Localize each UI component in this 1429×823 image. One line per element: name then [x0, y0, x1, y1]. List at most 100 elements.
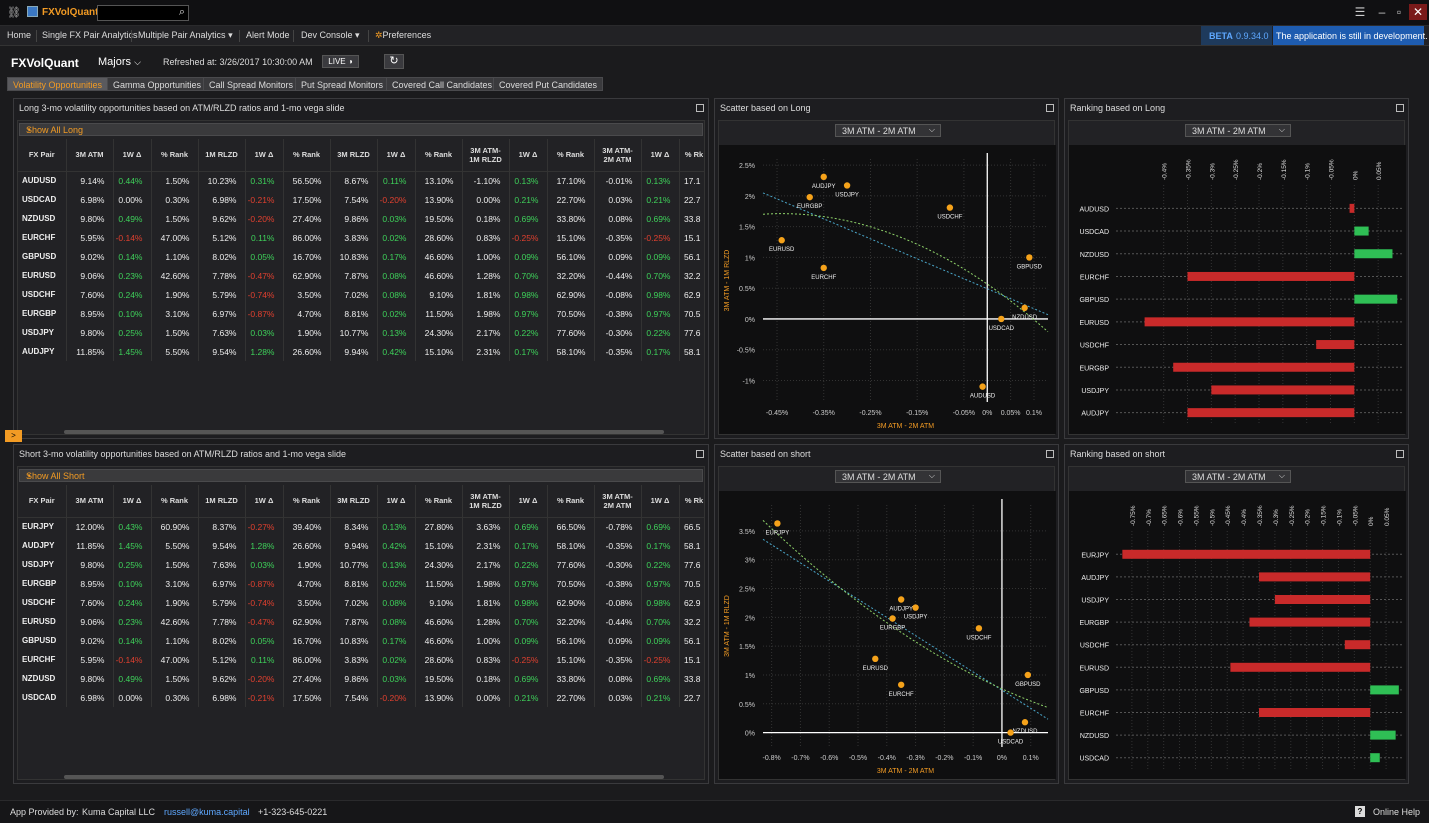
menu-home[interactable]: Home	[7, 30, 31, 40]
column-header[interactable]: 1W Δ	[641, 485, 680, 518]
menu-preferences[interactable]: ✲Preferences	[375, 30, 431, 41]
table-row[interactable]: NZDUSD 9.80% 0.49% 1.50% 9.62% -0.20% 27.40% 9.…	[18, 209, 704, 228]
tab-covered-call-candidates[interactable]: Covered Call Candidates	[386, 77, 499, 91]
column-header[interactable]: 1W Δ	[641, 139, 680, 172]
column-header[interactable]: % Rank	[547, 139, 595, 172]
column-header[interactable]: % Rank	[415, 139, 463, 172]
table-row[interactable]: USDJPY 9.80% 0.25% 1.50% 7.63% 0.03% 1.90% 10.7…	[18, 323, 704, 342]
panel-checkbox[interactable]	[1396, 450, 1404, 458]
close-icon[interactable]: ✕	[1409, 4, 1427, 20]
table-cell: 0.43%	[113, 517, 152, 536]
column-header[interactable]: 3M ATM- 1M RLZD	[462, 139, 510, 172]
column-header[interactable]: % Rk	[679, 139, 704, 172]
panel-checkbox[interactable]	[696, 104, 704, 112]
horizontal-scrollbar[interactable]	[64, 775, 664, 779]
table-row[interactable]: EURGBP 8.95% 0.10% 3.10% 6.97% -0.87% 4.70% 8.8…	[18, 304, 704, 323]
rank-long-selector[interactable]: 3M ATM - 2M ATM ⌵	[1185, 124, 1291, 137]
search-icon[interactable]: ⌕	[179, 6, 185, 19]
table-row[interactable]: USDCHF 7.60% 0.24% 1.90% 5.79% -0.74% 3.50% 7.0…	[18, 285, 704, 304]
menu-dev-console[interactable]: Dev Console ▾	[301, 30, 360, 41]
table-cell: -0.25%	[509, 650, 548, 669]
horizontal-scrollbar[interactable]	[64, 430, 664, 434]
table-row[interactable]: USDJPY 9.80% 0.25% 1.50% 7.63% 0.03% 1.90% 10.7…	[18, 555, 704, 574]
universe-selector[interactable]: Majors ⌵	[98, 56, 141, 68]
column-header[interactable]: 1W Δ	[377, 485, 416, 518]
rank-short-selector[interactable]: 3M ATM - 2M ATM ⌵	[1185, 470, 1291, 483]
refresh-button[interactable]: ↻	[384, 54, 404, 69]
table-row[interactable]: USDCAD 6.98% 0.00% 0.30% 6.98% -0.21% 17.50% 7.…	[18, 190, 704, 209]
column-header[interactable]: 3M ATM- 1M RLZD	[462, 485, 510, 518]
table-row[interactable]: EURCHF 5.95% -0.14% 47.00% 5.12% 0.11% 86.00% 3…	[18, 228, 704, 247]
panel-checkbox[interactable]	[696, 450, 704, 458]
tab-put-spread-monitors[interactable]: Put Spread Monitors	[295, 77, 390, 91]
column-header[interactable]: % Rank	[283, 139, 331, 172]
column-header[interactable]: 1W Δ	[377, 139, 416, 172]
tab-volatility-opportunities[interactable]: Volatility Opportunities	[7, 77, 109, 91]
column-header[interactable]: FX Pair	[18, 485, 67, 518]
panel-checkbox[interactable]	[1046, 450, 1054, 458]
table-row[interactable]: USDCAD 6.98% 0.00% 0.30% 6.98% -0.21% 17.50% 7.…	[18, 688, 704, 707]
column-header[interactable]: % Rank	[415, 485, 463, 518]
search-input[interactable]: ⌕	[97, 5, 189, 21]
column-header[interactable]: % Rk	[679, 485, 704, 518]
table-row[interactable]: EURUSD 9.06% 0.23% 42.60% 7.78% -0.47% 62.90% 7…	[18, 266, 704, 285]
column-header[interactable]: 3M RLZD	[330, 139, 378, 172]
table-row[interactable]: AUDJPY 11.85% 1.45% 5.50% 9.54% 1.28% 26.60% 9.…	[18, 536, 704, 555]
table-row[interactable]: GBPUSD 9.02% 0.14% 1.10% 8.02% 0.05% 16.70% 10.…	[18, 247, 704, 266]
column-header[interactable]: 1W Δ	[113, 139, 152, 172]
table-row[interactable]: AUDJPY 11.85% 1.45% 5.50% 9.54% 1.28% 26.60% 9.…	[18, 342, 704, 361]
column-header[interactable]: % Rank	[283, 485, 331, 518]
toggle-icon: ◑	[26, 125, 31, 134]
column-header[interactable]: 1W Δ	[509, 139, 548, 172]
table-cell: 8.81%	[330, 304, 378, 323]
tab-covered-put-candidates[interactable]: Covered Put Candidates	[493, 77, 604, 91]
column-header[interactable]: % Rank	[151, 485, 199, 518]
table-cell: 7.78%	[198, 266, 246, 285]
table-row[interactable]: USDCHF 7.60% 0.24% 1.90% 5.79% -0.74% 3.50% 7.0…	[18, 593, 704, 612]
column-header[interactable]: 1W Δ	[245, 139, 284, 172]
column-header[interactable]: 3M ATM	[66, 485, 114, 518]
column-header[interactable]: 3M ATM- 2M ATM	[594, 139, 642, 172]
panel-checkbox[interactable]	[1396, 104, 1404, 112]
help-icon[interactable]: ?	[1355, 806, 1365, 817]
column-header[interactable]: 3M ATM	[66, 139, 114, 172]
x-tick-label: -0.4%	[1241, 509, 1248, 526]
column-header[interactable]: 3M ATM- 2M ATM	[594, 485, 642, 518]
table-row[interactable]: GBPUSD 9.02% 0.14% 1.10% 8.02% 0.05% 16.70% 10.…	[18, 631, 704, 650]
column-header[interactable]: 1W Δ	[113, 485, 152, 518]
provider-email-link[interactable]: russell@kuma.capital	[164, 807, 250, 817]
scatter-short-selector[interactable]: 3M ATM - 2M ATM ⌵	[835, 470, 941, 483]
maximize-icon[interactable]: ▫	[1390, 4, 1408, 20]
expand-tab[interactable]: >	[5, 430, 22, 442]
column-header[interactable]: 1W Δ	[245, 485, 284, 518]
table-row[interactable]: EURJPY 12.00% 0.43% 60.90% 8.37% -0.27% 39.40%…	[18, 517, 704, 536]
tab-call-spread-monitors[interactable]: Call Spread Monitors	[203, 77, 300, 91]
table-row[interactable]: NZDUSD 9.80% 0.49% 1.50% 9.62% -0.20% 27.40% 9.…	[18, 669, 704, 688]
column-header[interactable]: 1M RLZD	[198, 139, 246, 172]
table-cell: 62.90%	[283, 266, 331, 285]
column-header[interactable]: 3M RLZD	[330, 485, 378, 518]
show-all-long-bar[interactable]: Show All Long ◑	[19, 123, 703, 136]
table-cell: 33.8	[679, 209, 704, 228]
menu-alert-mode[interactable]: Alert Mode	[246, 30, 290, 40]
link-icon[interactable]: ⛓	[7, 7, 21, 19]
live-toggle[interactable]: LIVE ◑	[322, 55, 359, 68]
menu-multiple-pair[interactable]: Multiple Pair Analytics ▾	[138, 30, 233, 41]
tab-gamma-opportunities[interactable]: Gamma Opportunities	[107, 77, 208, 91]
table-row[interactable]: EURUSD 9.06% 0.23% 42.60% 7.78% -0.47% 62.90% 7…	[18, 612, 704, 631]
column-header[interactable]: 1W Δ	[509, 485, 548, 518]
panel-checkbox[interactable]	[1046, 104, 1054, 112]
column-header[interactable]: % Rank	[151, 139, 199, 172]
show-all-short-bar[interactable]: Show All Short ◑	[19, 469, 703, 482]
scatter-long-selector[interactable]: 3M ATM - 2M ATM ⌵	[835, 124, 941, 137]
table-row[interactable]: EURCHF 5.95% -0.14% 47.00% 5.12% 0.11% 86.00% 3…	[18, 650, 704, 669]
column-header[interactable]: FX Pair	[18, 139, 67, 172]
hamburger-menu-icon[interactable]: ☰	[1351, 4, 1369, 20]
table-row[interactable]: AUDUSD 9.14% 0.44% 1.50% 10.23% 0.31% 56.50% 8.…	[18, 171, 704, 190]
online-help-link[interactable]: Online Help	[1373, 807, 1420, 817]
column-header[interactable]: 1M RLZD	[198, 485, 246, 518]
column-header[interactable]: % Rank	[547, 485, 595, 518]
menu-single-pair[interactable]: Single FX Pair Analytics	[42, 30, 138, 40]
minimize-icon[interactable]: –	[1373, 4, 1391, 20]
table-row[interactable]: EURGBP 8.95% 0.10% 3.10% 6.97% -0.87% 4.70% 8.8…	[18, 574, 704, 593]
